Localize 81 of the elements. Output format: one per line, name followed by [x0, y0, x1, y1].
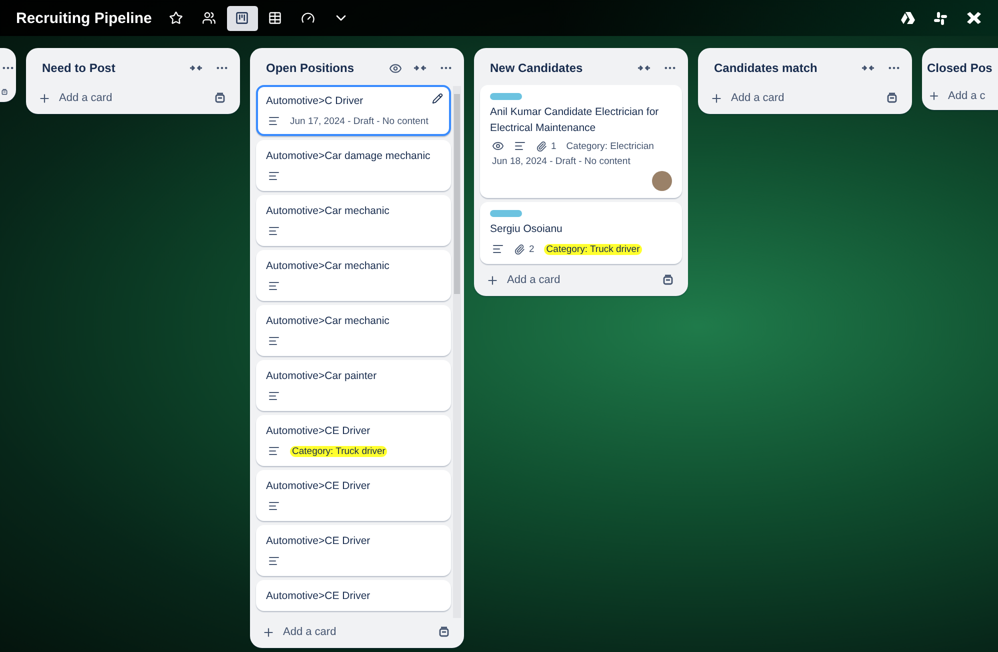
table-icon [268, 11, 282, 25]
paperclip-icon [536, 140, 547, 152]
card-title: Automotive>Car damage mechanic [266, 149, 432, 164]
list-title: New Candidates [490, 61, 584, 75]
description-icon [268, 445, 280, 457]
list-title: Closed Pos [927, 61, 994, 75]
description-icon [268, 225, 280, 237]
hash-logo-icon [934, 12, 947, 24]
card-title: Automotive>CE Driver [266, 424, 372, 439]
gauge-icon [301, 11, 316, 25]
description-icon [268, 390, 280, 402]
card[interactable]: Automotive>CE Driver Category: Truck driver [256, 415, 451, 466]
triangle-logo-icon [900, 12, 914, 24]
card[interactable]: Automotive>Car mechanic [256, 305, 451, 356]
card-template-icon [886, 92, 898, 104]
card-title: Sergiu Osoianu [490, 222, 564, 237]
view-tab[interactable] [226, 6, 258, 30]
description-icon [268, 555, 280, 567]
description-icon [514, 140, 526, 152]
card[interactable]: Automotive>CE Driver [256, 580, 451, 611]
collapse-icon [189, 63, 203, 73]
card[interactable]: Automotive>Car damage mechanic [256, 140, 451, 191]
card[interactable]: Automotive>CE Driver [256, 525, 451, 576]
edit-button[interactable] [432, 93, 443, 104]
add-card-button[interactable]: Add a card [482, 270, 656, 290]
card-template-icon [662, 274, 674, 286]
card[interactable]: Automotive>CE Driver [256, 470, 451, 521]
board-title: Recruiting Pipeline [16, 10, 152, 26]
collapse-icon [413, 63, 427, 73]
description-icon [492, 243, 504, 255]
description-icon [268, 335, 280, 347]
card[interactable]: Automotive>Car painter [256, 360, 451, 411]
card[interactable]: Automotive>Car mechanic [256, 250, 451, 301]
collapse-icon [861, 63, 875, 73]
pencil-icon [432, 93, 443, 104]
plus-icon [262, 626, 275, 638]
card-title: Automotive>Car mechanic [266, 314, 390, 329]
scrollbar[interactable] [453, 86, 461, 618]
add-card-button[interactable]: Add a card [34, 88, 208, 108]
card-title: Automotive>CE Driver [266, 534, 372, 549]
plus-icon [486, 274, 499, 286]
attachment-count: 2 [529, 244, 534, 254]
category-highlight: Category: Truck driver [290, 446, 388, 456]
description-icon [268, 280, 280, 292]
card-title: Automotive>CE Driver [266, 479, 372, 494]
paperclip-icon [514, 244, 525, 254]
card-title: Automotive>Car mechanic [266, 204, 390, 219]
card[interactable]: Sergiu Osoianu 2 Category: Truck driver [480, 202, 682, 264]
add-card-button[interactable]: Add a card [258, 622, 432, 642]
card[interactable]: Anil Kumar Candidate Electrician for Electrical Maintenance 1 Category: Electrician Jun 18, 2024 - Draft - No content [480, 85, 682, 198]
card-note: Jun 17, 2024 - Draft - No content [290, 116, 428, 126]
board-icon [235, 11, 250, 25]
attachment-count: 1 [551, 140, 556, 152]
collapse-icon [637, 63, 651, 73]
card-title: Automotive>Car mechanic [266, 259, 390, 274]
list-title: Need to Post [42, 61, 116, 75]
card-title: Automotive>Car painter [266, 369, 378, 384]
card-title: Automotive>C Driver [266, 94, 364, 109]
card[interactable]: Automotive>Car mechanic [256, 195, 451, 246]
plus-icon [928, 90, 940, 102]
card[interactable]: Automotive>C Driver Jun 17, 2024 - Draft - No content [256, 85, 451, 136]
card-template-icon [438, 626, 450, 638]
plus-icon [38, 92, 51, 104]
people-icon [202, 11, 216, 25]
list-title: Open Positions [266, 61, 356, 75]
category-highlight: Category: Truck driver [544, 244, 642, 254]
cross-logo-icon [966, 12, 980, 24]
add-card-button[interactable]: Add a c [924, 86, 994, 106]
description-icon [268, 500, 280, 512]
description-icon [268, 115, 280, 127]
card-note: Jun 18, 2024 - Draft - No content [492, 156, 630, 167]
add-card-button[interactable]: Add a card [706, 88, 880, 108]
card-title: Automotive>CE Driver [266, 589, 372, 604]
eye-icon [492, 140, 504, 152]
card-note: Category: Electrician [566, 140, 654, 152]
plus-icon [710, 92, 723, 104]
card-title: Anil Kumar Candidate Electrician for Electrical Maintenance [490, 105, 660, 136]
description-icon [268, 170, 280, 182]
card-template-icon [214, 92, 226, 104]
star-icon [169, 11, 184, 25]
list-title: Candidates match [714, 61, 818, 75]
